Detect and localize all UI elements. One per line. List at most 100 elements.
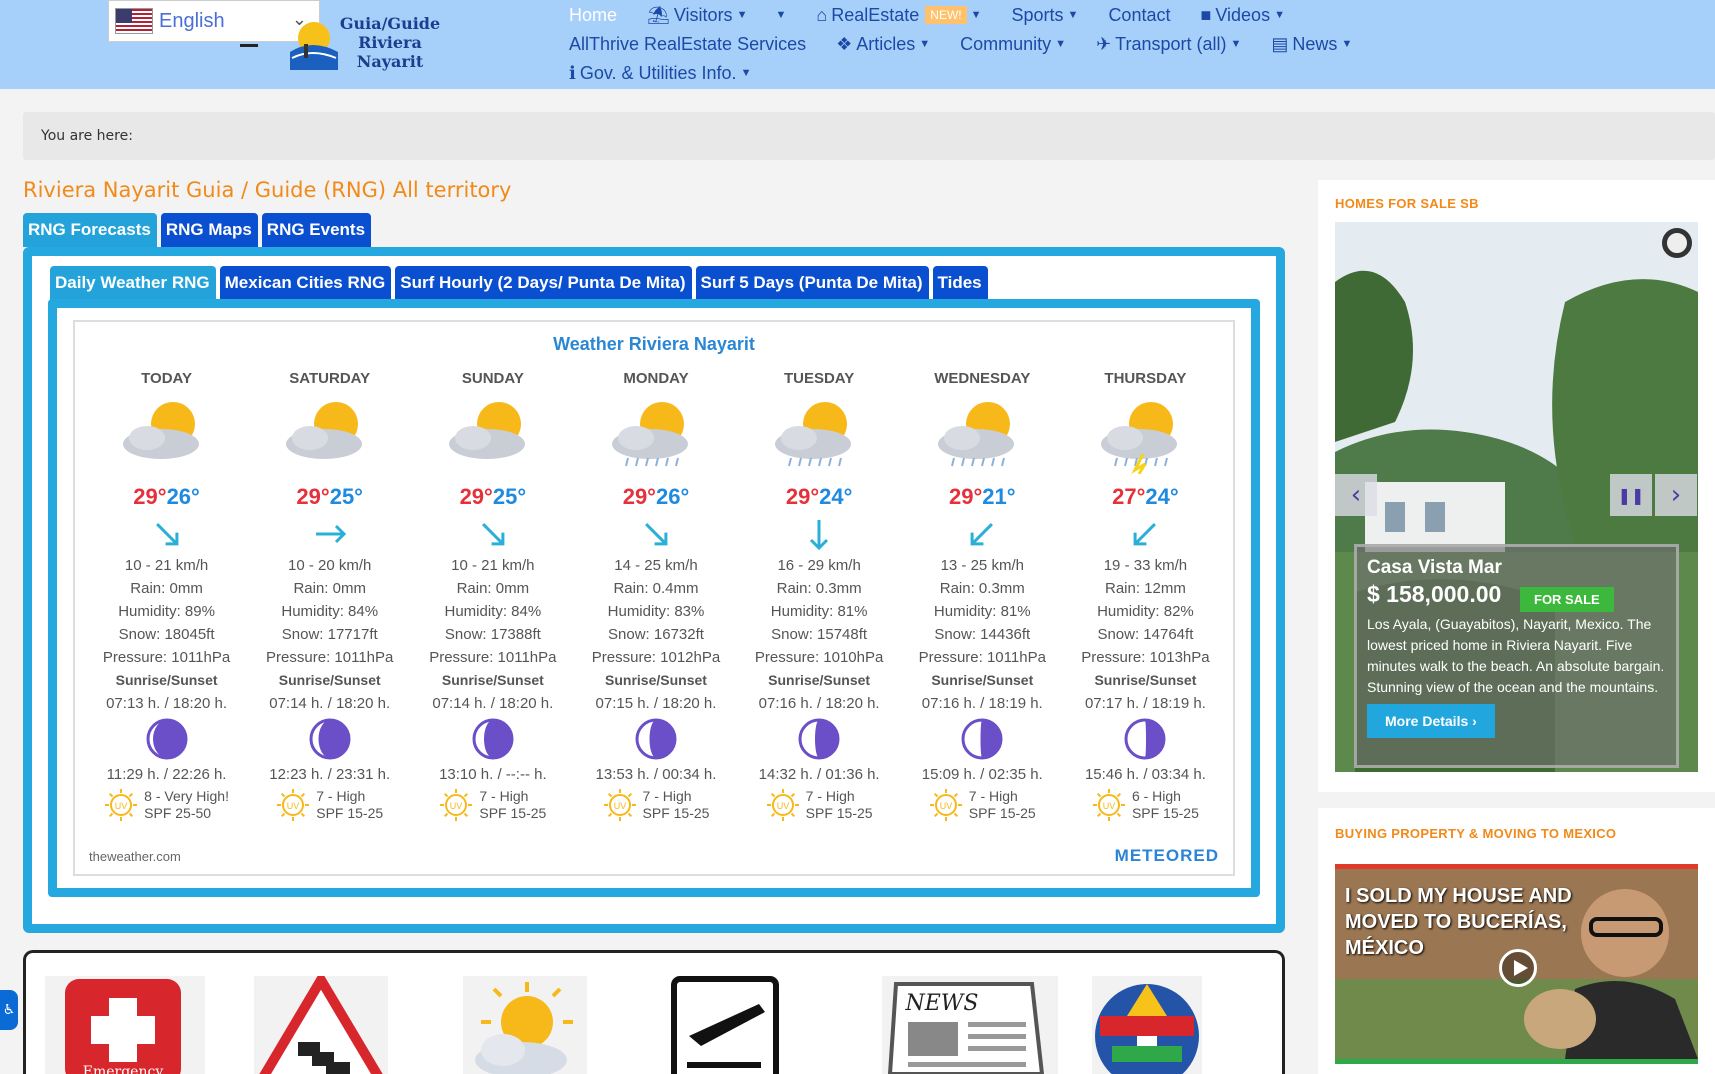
day-temperature: 29°26° bbox=[85, 484, 248, 514]
uv-index: UV 7 - High SPF 15-25 bbox=[738, 788, 901, 827]
spf: SPF 15-25 bbox=[968, 805, 1036, 821]
nav-home[interactable]: Home bbox=[569, 5, 617, 26]
day-temperature: 29°25° bbox=[248, 484, 411, 514]
new-badge: NEW! bbox=[925, 6, 967, 24]
pressure: Pressure: 1012hPa bbox=[591, 649, 721, 666]
traffic-warning-icon[interactable] bbox=[254, 970, 388, 1074]
snow-level: Snow: 18045ft bbox=[118, 626, 215, 643]
tab-tides[interactable]: Tides bbox=[932, 266, 988, 300]
chevron-down-icon: ▼ bbox=[1055, 38, 1067, 50]
site-logo-icon[interactable] bbox=[282, 8, 342, 72]
nav-visitors[interactable]: ⛱ Visitors ▼ ▼ bbox=[647, 5, 786, 26]
nav-articles[interactable]: ❖ Articles ▼ bbox=[836, 34, 930, 55]
weather-sun-cloud-icon[interactable] bbox=[463, 976, 587, 1074]
tab-rng-maps[interactable]: RNG Maps bbox=[160, 213, 258, 247]
weather-source[interactable]: theweather.com bbox=[89, 849, 181, 864]
spf: SPF 15-25 bbox=[642, 805, 710, 821]
spf: SPF 15-25 bbox=[479, 805, 547, 821]
nav-community-label: Community bbox=[960, 33, 1052, 54]
wind-direction-icon bbox=[1064, 514, 1227, 554]
play-icon[interactable] bbox=[1499, 949, 1537, 987]
cubes-icon: ❖ bbox=[836, 33, 853, 54]
temp-min: 24° bbox=[819, 484, 853, 509]
sunrise-sunset-label: Sunrise/Sunset bbox=[768, 672, 871, 688]
rain: Rain: 0mm bbox=[293, 580, 366, 597]
tab-daily-weather[interactable]: Daily Weather RNG bbox=[50, 266, 216, 300]
nav-videos-label: Videos bbox=[1215, 4, 1271, 25]
nav-sports[interactable]: Sports ▼ bbox=[1012, 5, 1079, 26]
temp-min: 24° bbox=[1145, 484, 1179, 509]
moon-phase-icon bbox=[1064, 715, 1227, 763]
weather-day[interactable]: TUESDAY 29°24° 16 - 29 km/h Rain: 0.3mm Humi… bbox=[738, 368, 901, 821]
uv-index: UV 7 - High SPF 15-25 bbox=[248, 788, 411, 827]
wind-direction-icon bbox=[574, 514, 737, 554]
sunrise-sunset: 07:14 h. / 18:20 h. bbox=[269, 695, 391, 712]
accessibility-icon[interactable]: ♿ bbox=[0, 990, 18, 1030]
listing-title[interactable]: Casa Vista Mar bbox=[1367, 557, 1666, 579]
more-details-button[interactable]: More Details › bbox=[1367, 704, 1495, 738]
meteored-logo[interactable]: METEORED bbox=[1115, 846, 1219, 866]
property-slider[interactable]: ‹ ❚❚ › Casa Vista Mar $ 158,000.00 FOR S… bbox=[1335, 222, 1698, 772]
nav-community[interactable]: Community ▼ bbox=[960, 34, 1066, 55]
weather-widget[interactable]: Weather Riviera Nayarit TODAY 29°26° 10 - … bbox=[73, 320, 1235, 876]
tab-surf-hourly[interactable]: Surf Hourly (2 Days/ Punta De Mita) bbox=[395, 266, 692, 300]
day-name: WEDNESDAY bbox=[934, 370, 1031, 387]
nav-news[interactable]: ▤ News ▼ bbox=[1271, 34, 1352, 55]
weather-day[interactable]: THURSDAY 27°24° 19 - 33 km/h Rain: 12mm Humi… bbox=[1064, 368, 1227, 821]
nav-videos[interactable]: ■ Videos ▼ bbox=[1200, 5, 1284, 26]
nav-contact[interactable]: Contact bbox=[1108, 5, 1170, 26]
video-thumbnail[interactable]: I SOLD MY HOUSE AND MOVED TO BUCERÍAS, M… bbox=[1335, 864, 1698, 1064]
slider-next-button[interactable]: › bbox=[1655, 474, 1697, 516]
chevron-down-icon: ▼ bbox=[1230, 38, 1242, 50]
weather-day[interactable]: SATURDAY 29°25° 10 - 20 km/h Rain: 0mm Humid… bbox=[248, 368, 411, 821]
storm-weather-icon bbox=[1064, 394, 1227, 482]
nav-transport[interactable]: ✈ Transport (all) ▼ bbox=[1096, 34, 1241, 55]
chevron-right-icon: › bbox=[1472, 713, 1477, 729]
hamburger-menu-icon[interactable] bbox=[240, 44, 258, 47]
slider-pause-button[interactable]: ❚❚ bbox=[1610, 474, 1652, 516]
sunrise-sunset-label: Sunrise/Sunset bbox=[1094, 672, 1197, 688]
weather-day[interactable]: SUNDAY 29°25° 10 - 21 km/h Rain: 0mm Humidit… bbox=[411, 368, 574, 821]
uv-index: UV 6 - High SPF 15-25 bbox=[1064, 788, 1227, 827]
wind-speed: 10 - 20 km/h bbox=[288, 557, 372, 574]
news-icon[interactable]: NEWS bbox=[882, 976, 1058, 1074]
airport-departure-icon[interactable] bbox=[671, 976, 779, 1074]
uv-level: 7 - High bbox=[316, 788, 366, 804]
uv-level: 8 - Very High! bbox=[144, 788, 229, 804]
slider-prev-button[interactable]: ‹ bbox=[1335, 474, 1377, 516]
day-name: MONDAY bbox=[623, 370, 689, 387]
logo-line-3: Nayarit bbox=[356, 52, 424, 71]
chevron-down-icon: ▼ bbox=[970, 9, 982, 21]
emergency-icon[interactable]: Emergency bbox=[45, 976, 205, 1074]
day-temperature: 29°25° bbox=[411, 484, 574, 514]
spf: SPF 25-50 bbox=[144, 805, 212, 821]
moon-phase-icon bbox=[574, 715, 737, 763]
uv-index: UV 7 - High SPF 15-25 bbox=[901, 788, 1064, 827]
wind-direction-icon bbox=[248, 514, 411, 554]
site-logo-text[interactable]: Guia/Guide Riviera Nayarit bbox=[334, 14, 446, 71]
info-icon: ℹ bbox=[569, 62, 576, 83]
pressure: Pressure: 1011hPa bbox=[102, 649, 231, 666]
nav-gov[interactable]: ℹ Gov. & Utilities Info. ▼ bbox=[569, 63, 751, 84]
tab-surf-5-days[interactable]: Surf 5 Days (Punta De Mita) bbox=[695, 266, 929, 300]
chevron-down-icon[interactable]: ▼ bbox=[775, 9, 786, 21]
wind-speed: 19 - 33 km/h bbox=[1103, 557, 1188, 574]
moon-phase-icon bbox=[738, 715, 901, 763]
nav-allthrive[interactable]: AllThrive RealEstate Services bbox=[569, 34, 806, 55]
tab-mexican-cities[interactable]: Mexican Cities RNG bbox=[219, 266, 392, 300]
weather-day[interactable]: MONDAY 29°26° 14 - 25 km/h Rain: 0.4mm Humid… bbox=[574, 368, 737, 821]
snow-level: Snow: 15748ft bbox=[771, 626, 868, 643]
uv-icon: UV bbox=[929, 788, 963, 827]
weather-day[interactable]: TODAY 29°26° 10 - 21 km/h Rain: 0mm Humidity… bbox=[85, 368, 248, 821]
nav-realestate[interactable]: ⌂ RealEstate NEW! ▼ bbox=[816, 5, 981, 26]
tab-rng-forecasts[interactable]: RNG Forecasts bbox=[23, 213, 157, 247]
pressure: Pressure: 1010hPa bbox=[754, 649, 884, 666]
sunrise-sunset: 07:16 h. / 18:20 h. bbox=[758, 695, 880, 712]
weather-title: Weather Riviera Nayarit bbox=[553, 334, 755, 354]
sunrise-sunset-label: Sunrise/Sunset bbox=[441, 672, 544, 688]
partly-cloudy-weather-icon bbox=[411, 394, 574, 482]
tab-rng-events[interactable]: RNG Events bbox=[261, 213, 372, 247]
weather-day[interactable]: WEDNESDAY 29°21° 13 - 25 km/h Rain: 0.3mm Hu… bbox=[901, 368, 1064, 821]
world-flags-icon[interactable] bbox=[1092, 976, 1202, 1074]
uv-level: 7 - High bbox=[968, 788, 1018, 804]
